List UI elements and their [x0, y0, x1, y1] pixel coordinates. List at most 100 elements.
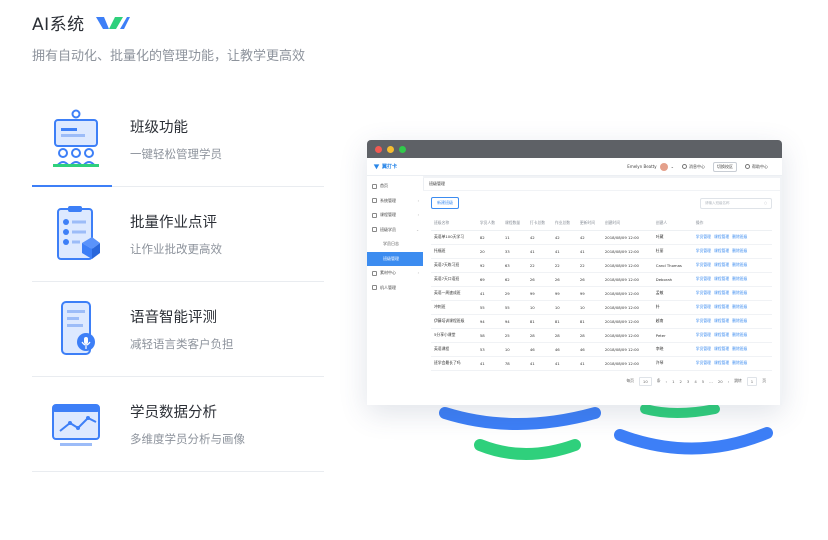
sidebar-item-label: 班级管理 [383, 255, 399, 261]
table-cell: 63 [501, 258, 527, 273]
switch-campus-button[interactable]: 切换校区 [713, 161, 737, 172]
next-page-icon[interactable]: › [728, 379, 730, 384]
row-action-link[interactable]: 课程管理 [714, 234, 729, 239]
row-action-link[interactable]: 学员管理 [696, 248, 711, 253]
table-cell: 58 [476, 328, 502, 343]
app-main: 班级管理 新建班级 请输入班级名称 ○ 班级名称 学员人数 课程数量 打卡总数 作业总数… [423, 176, 782, 405]
row-action-link[interactable]: 课程管理 [714, 318, 729, 323]
page-number[interactable]: 3 [687, 379, 689, 384]
app-brand: 翼打卡 [373, 163, 397, 170]
row-action-link[interactable]: 课程管理 [714, 290, 729, 295]
row-action-link[interactable]: 学员管理 [696, 346, 711, 351]
row-action-link[interactable]: 学员管理 [696, 290, 711, 295]
chevron-right-icon: › [417, 213, 419, 218]
feature-title: 班级功能 [130, 120, 188, 136]
prev-page-icon[interactable]: ‹ [666, 379, 668, 384]
feature-item-class[interactable]: 班级功能 一键轻松管理学员 [32, 92, 324, 187]
page-number[interactable]: ... [709, 379, 713, 384]
table-actions-cell: 学员管理 课程管理 删除班级 [692, 356, 772, 371]
row-action-link[interactable]: 课程管理 [714, 332, 729, 337]
table-body: 英语单100天学习 82 11 42 42 42 2018/08/09 12:00 叶藏 学员管… [431, 230, 772, 371]
row-action-link[interactable]: 课程管理 [714, 248, 729, 253]
row-action-link[interactable]: 删除班级 [732, 332, 747, 337]
table-actions-cell: 学员管理 课程管理 删除班级 [692, 258, 772, 273]
chevron-right-icon: › [417, 271, 419, 276]
row-action-link[interactable]: 删除班级 [732, 276, 747, 281]
row-action-link[interactable]: 删除班级 [732, 234, 747, 239]
row-action-link[interactable]: 课程管理 [714, 360, 729, 365]
window-close-button[interactable] [375, 145, 382, 153]
table-cell: 26 [576, 272, 602, 287]
row-action-link[interactable]: 课程管理 [714, 276, 729, 281]
row-action-link[interactable]: 学员管理 [696, 276, 711, 281]
page-number[interactable]: 20 [718, 379, 723, 384]
table-cell: 2018/08/09 12:00 [601, 244, 653, 259]
page-number[interactable]: 5 [702, 379, 704, 384]
sidebar-item-class-management[interactable]: 班级管理 [367, 251, 423, 266]
row-action-link[interactable]: 删除班级 [732, 290, 747, 295]
feature-item-voice[interactable]: 语音智能评测 减轻语言类客户负担 [32, 282, 324, 377]
sidebar-item-system[interactable]: 系统管理 › [367, 194, 423, 209]
table-cell: 46 [576, 342, 602, 357]
table-cell: 英语课程 [431, 342, 477, 357]
table-header-cell: 学员人数 [476, 217, 502, 231]
table-cell: 81 [576, 314, 602, 329]
table-header-cell: 打卡总数 [526, 217, 552, 231]
row-action-link[interactable]: 学员管理 [696, 360, 711, 365]
row-action-link[interactable]: 删除班级 [732, 304, 747, 309]
row-action-link[interactable]: 课程管理 [714, 346, 729, 351]
search-placeholder: 请输入班级名称 [705, 200, 730, 205]
table-cell: 2018/08/09 12:00 [601, 230, 653, 245]
sidebar-item-class-students[interactable]: 班级学员 ⌄ [367, 223, 423, 238]
new-class-button[interactable]: 新建班级 [431, 197, 459, 209]
sidebar-item-home[interactable]: 首页 [367, 179, 423, 194]
row-action-link[interactable]: 课程管理 [714, 304, 729, 309]
page-number[interactable]: 1 [672, 379, 674, 384]
table-row: 英语7天口语班 69 62 26 26 26 2018/08/09 12:00 Deborah… [431, 272, 772, 287]
row-action-link[interactable]: 删除班级 [732, 346, 747, 351]
table-row: 5分享小课堂 58 25 28 28 28 2018/08/09 12:00 Peter 学员管… [431, 328, 772, 343]
goto-page-input[interactable]: 1 [746, 376, 758, 386]
row-action-link[interactable]: 课程管理 [714, 262, 729, 267]
row-action-link[interactable]: 删除班级 [732, 318, 747, 323]
table-cell: 81 [551, 314, 577, 329]
table-cell: 94 [501, 314, 527, 329]
decorative-arcs [425, 395, 785, 474]
user-name: Emelyn Beatty [627, 164, 657, 169]
row-action-link[interactable]: 学员管理 [696, 234, 711, 239]
page-list: 1 2 3 4 5... 20 [672, 379, 723, 384]
help-center-link[interactable]: 帮助中心 [745, 164, 768, 170]
sidebar-item-label: 学员日志 [383, 241, 399, 247]
table-actions-cell: 学员管理 课程管理 删除班级 [692, 328, 772, 343]
table-cell: 英语一周速成班 [431, 286, 477, 301]
row-action-link[interactable]: 学员管理 [696, 318, 711, 323]
row-action-link[interactable]: 删除班级 [732, 360, 747, 365]
feature-desc: 多维度学员分析与画像 [130, 432, 245, 446]
row-action-link[interactable]: 学员管理 [696, 332, 711, 337]
sidebar-item-materials[interactable]: 素材中心 › [367, 266, 423, 281]
sidebar-item-courses[interactable]: 课程管理 › [367, 208, 423, 223]
feature-item-analytics[interactable]: 学员数据分析 多维度学员分析与画像 [32, 377, 324, 472]
row-action-link[interactable]: 删除班级 [732, 262, 747, 267]
per-page-select[interactable]: 10 [638, 376, 652, 386]
message-center-link[interactable]: 消息中心 [682, 164, 705, 170]
window-maximize-button[interactable] [399, 145, 406, 153]
row-action-link[interactable]: 学员管理 [696, 262, 711, 267]
page-title: AI系统 [32, 15, 85, 35]
user-menu[interactable]: Emelyn Beatty ⌄ [627, 162, 674, 171]
sidebar-item-robot[interactable]: 机人管理 [367, 281, 423, 296]
book-icon [372, 212, 377, 218]
feature-item-homework[interactable]: 批量作业点评 让作业批改更高效 [32, 187, 324, 282]
table-cell: 25 [501, 328, 527, 343]
table-cell: 29 [501, 286, 527, 301]
search-input[interactable]: 请输入班级名称 ○ [700, 197, 772, 209]
goto-unit: 页 [762, 378, 766, 383]
window-minimize-button[interactable] [387, 145, 394, 153]
row-action-link[interactable]: 学员管理 [696, 304, 711, 309]
table-cell: 2018/08/09 12:00 [601, 328, 653, 343]
page-number[interactable]: 4 [694, 379, 696, 384]
sidebar-item-student-log[interactable]: 学员日志 [367, 237, 423, 252]
row-action-link[interactable]: 删除班级 [732, 248, 747, 253]
app-sidebar: 首页 系统管理 › 课程管理 › 班级学员 ⌄ 学员日志 班级管理 素材中心 ›… [367, 176, 423, 405]
page-number[interactable]: 2 [680, 379, 682, 384]
